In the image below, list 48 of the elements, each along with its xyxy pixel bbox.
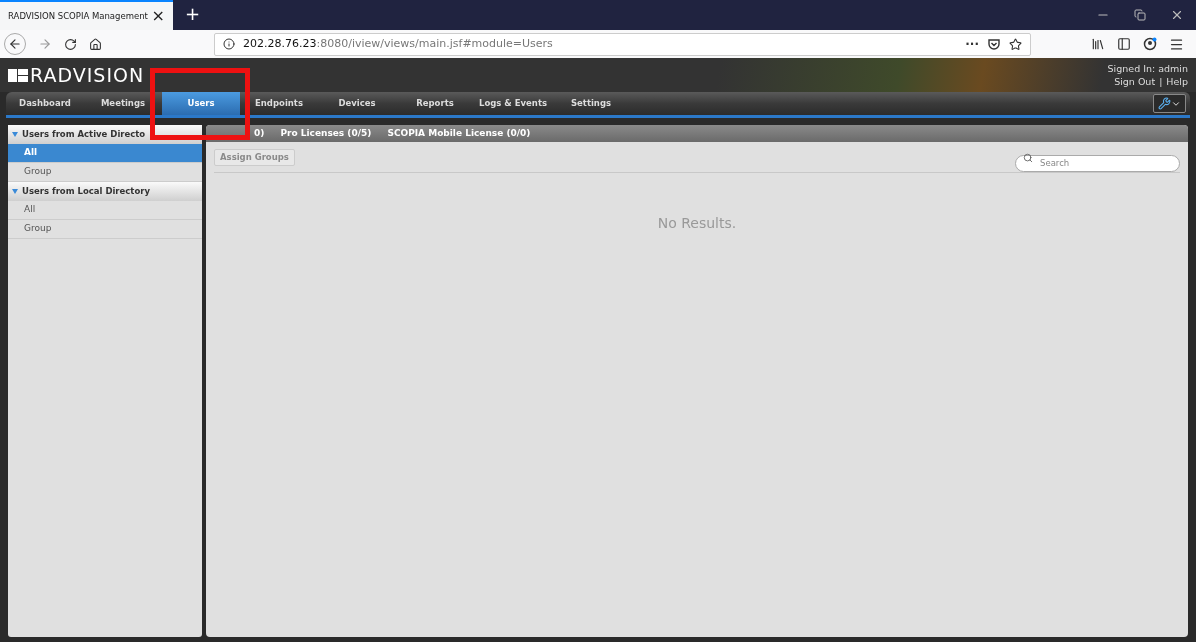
signed-in-text: Signed In: admin <box>1107 62 1188 75</box>
account-icon[interactable] <box>1143 37 1157 51</box>
menu-icon[interactable] <box>1169 36 1184 52</box>
library-icon[interactable] <box>1091 37 1105 51</box>
search-field[interactable]: Search <box>1015 154 1180 172</box>
empty-message: No Results. <box>657 214 737 233</box>
panel-tab[interactable]: SCOPIA Mobile License (0/0) <box>387 126 531 141</box>
nav-tab[interactable]: Meetings <box>84 92 162 115</box>
pocket-icon[interactable] <box>987 37 1001 51</box>
info-icon[interactable] <box>223 38 235 50</box>
reload-icon[interactable] <box>64 37 77 51</box>
sidebar-icon[interactable] <box>1117 37 1131 51</box>
sidebar-item[interactable]: All <box>8 144 202 163</box>
section-header[interactable]: Users from Local Directory <box>8 182 202 201</box>
new-tab-button[interactable]: + <box>173 0 213 30</box>
page-actions-button[interactable]: ··· <box>965 35 979 53</box>
section-header[interactable]: Users from Active Directo <box>8 125 202 144</box>
panel-tab[interactable]: Pro Licenses (0/5) <box>280 126 372 141</box>
expand-arrow-icon <box>12 132 18 137</box>
logo-text: RADVISION <box>30 65 145 85</box>
tab-close-button[interactable]: × <box>151 4 165 28</box>
separator-text: | <box>1159 75 1163 88</box>
nav-tab[interactable]: Dashboard <box>6 92 84 115</box>
tools-button[interactable] <box>1153 94 1186 113</box>
sidebar-item[interactable]: All <box>8 201 202 220</box>
help-link[interactable]: Help <box>1166 75 1188 88</box>
address-bar[interactable]: 202.28.76.23:8080/iview/views/main.jsf#module=Users ··· <box>214 32 1031 56</box>
forward-icon[interactable] <box>38 37 52 51</box>
nav-tab[interactable]: Users <box>162 92 240 115</box>
url-text: 202.28.76.23:8080/iview/views/main.jsf#module=Users <box>243 35 553 52</box>
star-icon[interactable] <box>1009 37 1022 51</box>
nav-tab[interactable]: Settings <box>552 92 630 115</box>
close-icon[interactable] <box>1170 8 1184 22</box>
search-icon <box>1023 153 1033 163</box>
restore-icon[interactable] <box>1134 9 1146 21</box>
wrench-icon <box>1158 97 1171 110</box>
home-icon[interactable] <box>89 37 102 51</box>
nav-tab[interactable]: Endpoints <box>240 92 318 115</box>
nav-tab[interactable]: Devices <box>318 92 396 115</box>
nav-tab[interactable]: Logs & Events <box>474 92 552 115</box>
browser-tab[interactable]: RADVISION SCOPIA Management × <box>0 0 173 30</box>
sign-out-link[interactable]: Sign Out <box>1114 75 1156 88</box>
nav-tab[interactable]: Reports <box>396 92 474 115</box>
logo-icon <box>8 68 28 82</box>
back-arrow-icon <box>8 37 22 51</box>
panel-tab[interactable]: 0) <box>254 126 265 141</box>
sidebar-item[interactable]: Group <box>8 220 202 239</box>
expand-arrow-icon <box>12 189 18 194</box>
